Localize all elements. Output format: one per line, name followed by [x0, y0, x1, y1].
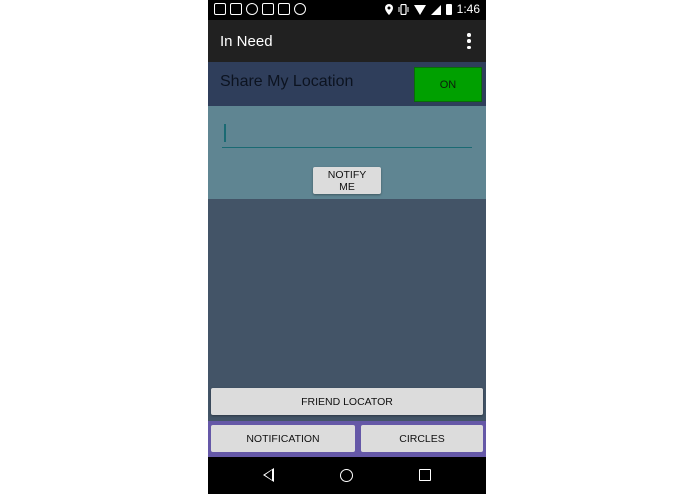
battery-icon [445, 4, 452, 15]
overflow-dot [467, 39, 471, 43]
phone-screen: 1:46 In Need Share My Location ON NOTIFY… [208, 0, 486, 494]
share-location-row: Share My Location ON [208, 62, 486, 106]
contacts-icon [278, 3, 290, 15]
wifi-icon [413, 4, 426, 15]
notification-button[interactable]: NOTIFICATION [211, 425, 355, 452]
app-bar: In Need [208, 20, 486, 62]
share-location-toggle[interactable]: ON [414, 67, 482, 102]
clock: 1:46 [456, 2, 480, 16]
notification-icons [214, 3, 306, 15]
message-input[interactable] [222, 126, 472, 148]
circles-button[interactable]: CIRCLES [361, 425, 483, 452]
recents-icon[interactable] [419, 469, 431, 481]
navigation-bar [208, 457, 486, 494]
hangouts-icon [262, 3, 274, 15]
bottom-tab-bar: NOTIFICATION CIRCLES [208, 421, 486, 457]
message-panel: NOTIFY ME [208, 106, 486, 199]
friend-locator-button[interactable]: FRIEND LOCATOR [211, 388, 483, 415]
overflow-dot [467, 45, 471, 49]
more-vert-icon[interactable] [466, 33, 472, 49]
back-icon[interactable] [263, 468, 274, 482]
overflow-dot [467, 33, 471, 37]
share-location-label: Share My Location [220, 73, 354, 90]
messenger-icon [214, 3, 226, 15]
location-pin-icon [384, 4, 393, 15]
image-icon [230, 3, 242, 15]
system-icons: 1:46 [384, 2, 480, 16]
app-title: In Need [220, 33, 273, 50]
signal-icon [430, 4, 441, 15]
home-icon[interactable] [340, 469, 353, 482]
text-cursor [224, 124, 226, 142]
status-bar: 1:46 [208, 0, 486, 20]
whatsapp-icon [294, 3, 306, 15]
vibrate-icon [398, 4, 409, 15]
notify-me-button[interactable]: NOTIFY ME [313, 167, 381, 194]
missed-call-icon [246, 3, 258, 15]
